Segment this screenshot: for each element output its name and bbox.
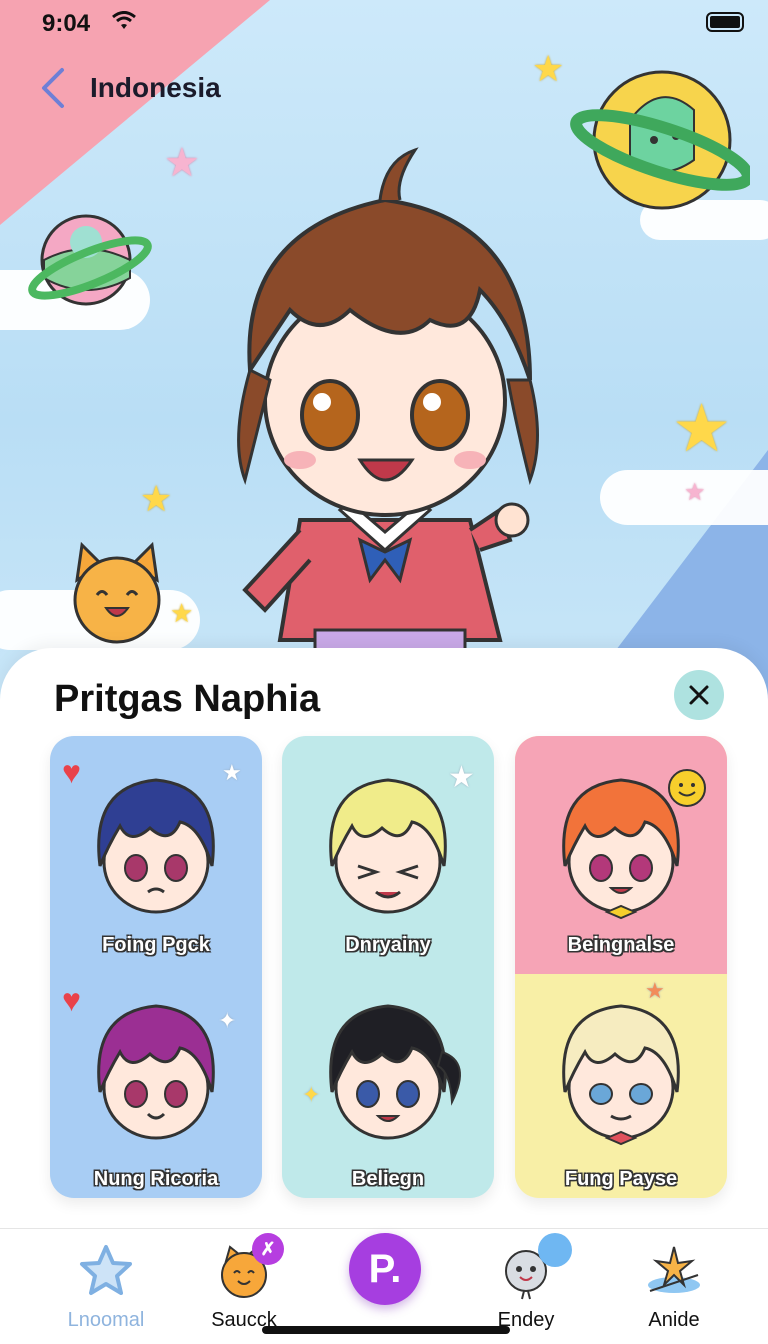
character-card[interactable]: ♥ ✦ Nung Ricoria [50, 962, 262, 1190]
character-avatar [97, 1004, 215, 1140]
character-avatar [329, 778, 447, 914]
character-card[interactable]: ♥ ★ Foing Pgck [50, 736, 262, 962]
character-column: ★ Dnryainy ✦ Beliegn [282, 736, 494, 1198]
status-time: 9:04 [42, 10, 91, 37]
chevron-left-icon [42, 68, 64, 108]
tab-label: Anide [648, 1309, 700, 1331]
character-picker-sheet: Pritgas Naphia ♥ ★ Foing Pgck ♥ ✦ Nung R… [0, 648, 768, 1228]
character-card[interactable]: ✦ Beliegn [282, 962, 494, 1190]
heart-icon: ♥ [62, 754, 81, 790]
hero-banner: ★ ★ ★ ★ ★ ★ [0, 0, 768, 700]
character-column: ♥ ★ Foing Pgck ♥ ✦ Nung Ricoria [50, 736, 262, 1198]
star-icon: ★ [684, 479, 706, 506]
tab-label: Lnoomal [67, 1309, 145, 1331]
close-icon [689, 685, 709, 705]
notification-badge: ✗ [252, 1233, 284, 1265]
main-character-illustration [237, 147, 539, 660]
character-card[interactable]: ★ Fung Payse [515, 962, 727, 1190]
character-card[interactable]: ★ Dnryainy [282, 736, 494, 962]
character-name: Beliegn [351, 1168, 425, 1190]
star-icon [80, 1245, 132, 1295]
status-bar: 9:04 [0, 0, 768, 48]
character-column: Beingnalse ★ Fung Payse [515, 736, 727, 1198]
tab-saucck[interactable]: ✗ Saucck [184, 1233, 304, 1337]
character-name: Dnryainy [345, 934, 431, 956]
star-icon: ★ [532, 48, 565, 89]
sparkle-icon [648, 1246, 700, 1293]
notification-dot [538, 1233, 572, 1267]
planet-icon [28, 214, 152, 306]
tab-endey[interactable]: Endey [466, 1233, 586, 1337]
character-name: Nung Ricoria [93, 1168, 219, 1190]
character-avatar [562, 778, 680, 920]
heart-icon: ♥ [62, 982, 81, 1018]
tab-profile-button[interactable]: P. [349, 1233, 421, 1305]
wifi-icon [112, 11, 136, 29]
character-grid: ♥ ★ Foing Pgck ♥ ✦ Nung Ricoria ★ Dnryai… [50, 736, 727, 1198]
profile-icon: P. [368, 1246, 402, 1291]
page-title: Indonesia [90, 72, 221, 103]
character-name: Foing Pgck [102, 934, 210, 956]
character-name: Fung Payse [564, 1168, 678, 1190]
battery-icon [706, 12, 744, 32]
character-avatar [329, 1004, 461, 1140]
star-icon: ★ [672, 391, 732, 465]
tab-lnoomal[interactable]: Lnoomal [46, 1241, 166, 1337]
cat-mascot-icon [73, 541, 161, 644]
back-button[interactable] [34, 66, 74, 110]
tab-anide[interactable]: Anide [614, 1241, 734, 1337]
character-name: Beingnalse [567, 934, 675, 956]
character-avatar [562, 1004, 680, 1146]
home-indicator [262, 1326, 510, 1334]
sheet-title: Pritgas Naphia [54, 678, 321, 720]
character-card[interactable]: Beingnalse [515, 736, 727, 962]
close-button[interactable] [674, 670, 724, 720]
character-avatar [97, 778, 215, 914]
